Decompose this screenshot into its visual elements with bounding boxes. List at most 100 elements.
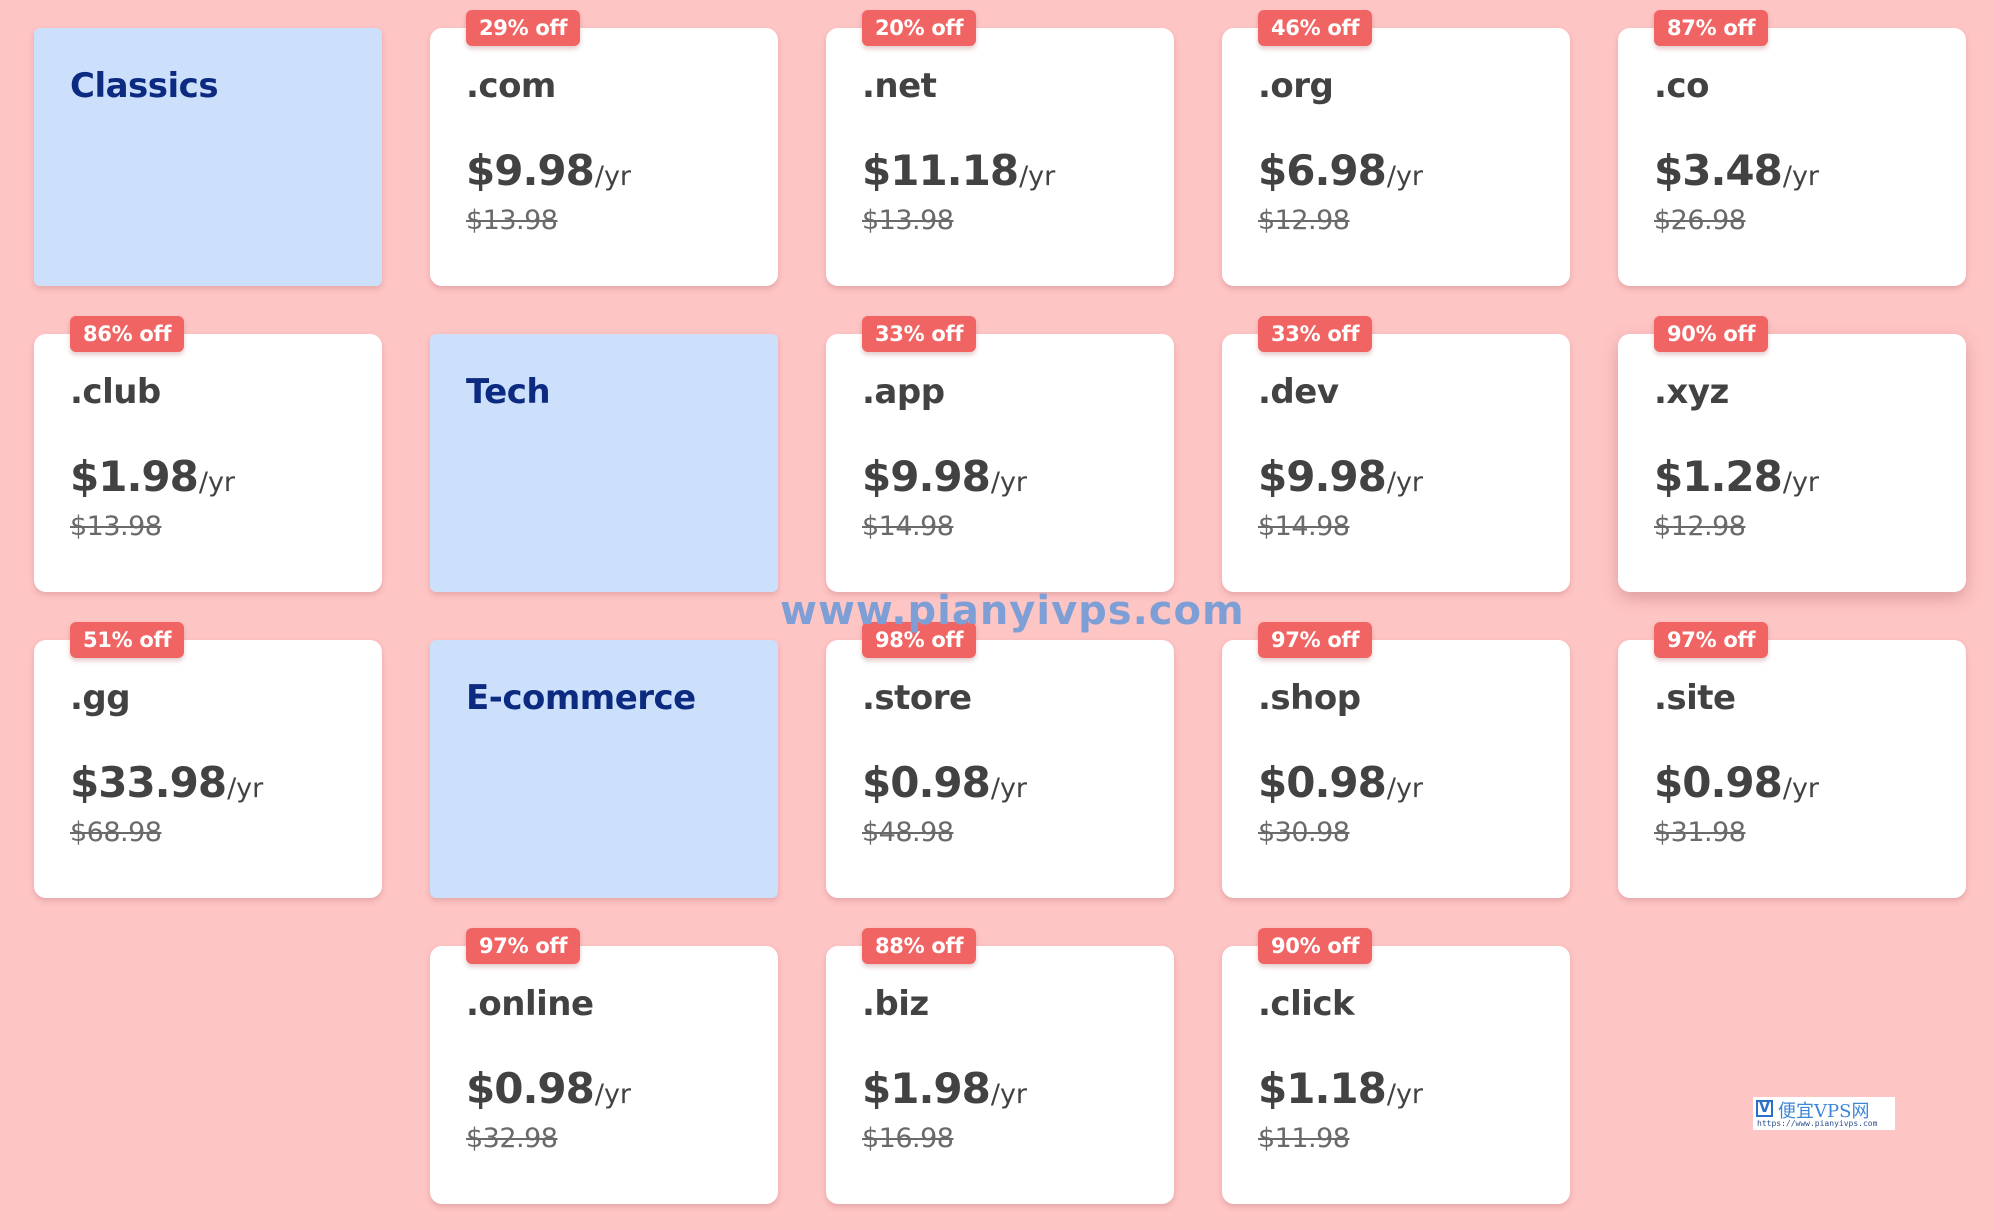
original-price: $68.98 <box>70 817 162 848</box>
current-price: $9.98 <box>862 452 991 501</box>
discount-badge: 97% off <box>1258 622 1373 658</box>
domain-card-org[interactable]: 46% off .org $6.98/yr $12.98 <box>1222 10 1570 286</box>
current-price: $1.18 <box>1258 1064 1387 1113</box>
current-price: $9.98 <box>1258 452 1387 501</box>
current-price: $33.98 <box>70 758 227 807</box>
per-year-label: /yr <box>1386 773 1424 804</box>
v-logo-icon: V <box>1756 1100 1773 1117</box>
original-price: $16.98 <box>862 1123 954 1154</box>
per-year-label: /yr <box>1782 467 1820 498</box>
discount-badge: 97% off <box>1654 622 1769 658</box>
original-price: $13.98 <box>466 205 558 236</box>
domain-card-click[interactable]: 90% off .click $1.18/yr $11.98 <box>1222 928 1570 1204</box>
current-price: $0.98 <box>1258 758 1387 807</box>
domain-card-online[interactable]: 97% off .online $0.98/yr $32.98 <box>430 928 778 1204</box>
discount-badge: 88% off <box>862 928 977 964</box>
domain-card-com[interactable]: 29% off .com $9.98/yr $13.98 <box>430 10 778 286</box>
price-row: $1.18/yr <box>1258 1064 1423 1113</box>
current-price: $1.98 <box>862 1064 991 1113</box>
tld-name: .biz <box>862 984 929 1024</box>
price-row: $0.98/yr <box>466 1064 631 1113</box>
per-year-label: /yr <box>1782 773 1820 804</box>
discount-badge: 51% off <box>70 622 185 658</box>
price-row: $0.98/yr <box>862 758 1027 807</box>
domain-card-biz[interactable]: 88% off .biz $1.98/yr $16.98 <box>826 928 1174 1204</box>
price-row: $9.98/yr <box>466 146 631 195</box>
price-row: $1.28/yr <box>1654 452 1819 501</box>
tld-name: .click <box>1258 984 1355 1024</box>
original-price: $26.98 <box>1654 205 1746 236</box>
original-price: $32.98 <box>466 1123 558 1154</box>
tld-name: .net <box>862 66 937 106</box>
price-row: $3.48/yr <box>1654 146 1819 195</box>
price-row: $6.98/yr <box>1258 146 1423 195</box>
original-price: $13.98 <box>70 511 162 542</box>
domain-card-shop[interactable]: 97% off .shop $0.98/yr $30.98 <box>1222 622 1570 898</box>
tld-name: .dev <box>1258 372 1339 412</box>
category-card-ecommerce: E-commerce <box>430 640 778 898</box>
per-year-label: /yr <box>227 773 264 804</box>
tld-name: .store <box>862 678 972 718</box>
price-row: $0.98/yr <box>1654 758 1819 807</box>
current-price: $1.98 <box>70 452 199 501</box>
discount-badge: 29% off <box>466 10 581 46</box>
per-year-label: /yr <box>990 1079 1028 1110</box>
domain-card-site[interactable]: 97% off .site $0.98/yr $31.98 <box>1618 622 1966 898</box>
price-row: $0.98/yr <box>1258 758 1423 807</box>
domain-card-net[interactable]: 20% off .net $11.18/yr $13.98 <box>826 10 1174 286</box>
tld-name: .org <box>1258 66 1334 106</box>
domain-card-app[interactable]: 33% off .app $9.98/yr $14.98 <box>826 316 1174 592</box>
tld-name: .app <box>862 372 945 412</box>
per-year-label: /yr <box>198 467 236 498</box>
original-price: $14.98 <box>862 511 954 542</box>
domain-pricing-grid: Classics 29% off .com $9.98/yr $13.98 20… <box>0 0 1994 1230</box>
original-price: $11.98 <box>1258 1123 1350 1154</box>
price-row: $9.98/yr <box>862 452 1027 501</box>
per-year-label: /yr <box>1386 467 1424 498</box>
discount-badge: 87% off <box>1654 10 1769 46</box>
watermark-logo: V 便宜VPS网 https://www.pianyivps.com <box>1753 1097 1895 1130</box>
original-price: $30.98 <box>1258 817 1350 848</box>
domain-card-store[interactable]: 98% off .store $0.98/yr $48.98 <box>826 622 1174 898</box>
original-price: $12.98 <box>1258 205 1350 236</box>
per-year-label: /yr <box>990 773 1028 804</box>
tld-name: .gg <box>70 678 131 718</box>
current-price: $6.98 <box>1258 146 1387 195</box>
category-title: Classics <box>70 66 219 106</box>
domain-card-dev[interactable]: 33% off .dev $9.98/yr $14.98 <box>1222 316 1570 592</box>
tld-name: .com <box>466 66 556 106</box>
current-price: $0.98 <box>466 1064 595 1113</box>
discount-badge: 33% off <box>862 316 977 352</box>
tld-name: .xyz <box>1654 372 1729 412</box>
price-row: $33.98/yr <box>70 758 263 807</box>
domain-card-co[interactable]: 87% off .co $3.48/yr $26.98 <box>1618 10 1966 286</box>
tld-name: .co <box>1654 66 1709 106</box>
current-price: $0.98 <box>1654 758 1783 807</box>
tld-name: .site <box>1654 678 1736 718</box>
per-year-label: /yr <box>1782 161 1820 192</box>
discount-badge: 98% off <box>862 622 977 658</box>
per-year-label: /yr <box>1386 161 1424 192</box>
domain-card-gg[interactable]: 51% off .gg $33.98/yr $68.98 <box>34 622 382 898</box>
domain-card-club[interactable]: 86% off .club $1.98/yr $13.98 <box>34 316 382 592</box>
discount-badge: 90% off <box>1258 928 1373 964</box>
price-row: $9.98/yr <box>1258 452 1423 501</box>
logo-url: https://www.pianyivps.com <box>1757 1119 1878 1128</box>
discount-badge: 46% off <box>1258 10 1373 46</box>
price-row: $1.98/yr <box>70 452 235 501</box>
original-price: $13.98 <box>862 205 954 236</box>
discount-badge: 33% off <box>1258 316 1373 352</box>
category-title: Tech <box>466 372 551 412</box>
original-price: $48.98 <box>862 817 954 848</box>
domain-card-xyz[interactable]: 90% off .xyz $1.28/yr $12.98 <box>1618 316 1966 592</box>
current-price: $9.98 <box>466 146 595 195</box>
current-price: $11.18 <box>862 146 1019 195</box>
discount-badge: 90% off <box>1654 316 1769 352</box>
current-price: $1.28 <box>1654 452 1783 501</box>
per-year-label: /yr <box>1386 1079 1424 1110</box>
category-card-classics: Classics <box>34 28 382 286</box>
category-title: E-commerce <box>466 678 696 718</box>
current-price: $3.48 <box>1654 146 1783 195</box>
per-year-label: /yr <box>1019 161 1056 192</box>
price-row: $1.98/yr <box>862 1064 1027 1113</box>
